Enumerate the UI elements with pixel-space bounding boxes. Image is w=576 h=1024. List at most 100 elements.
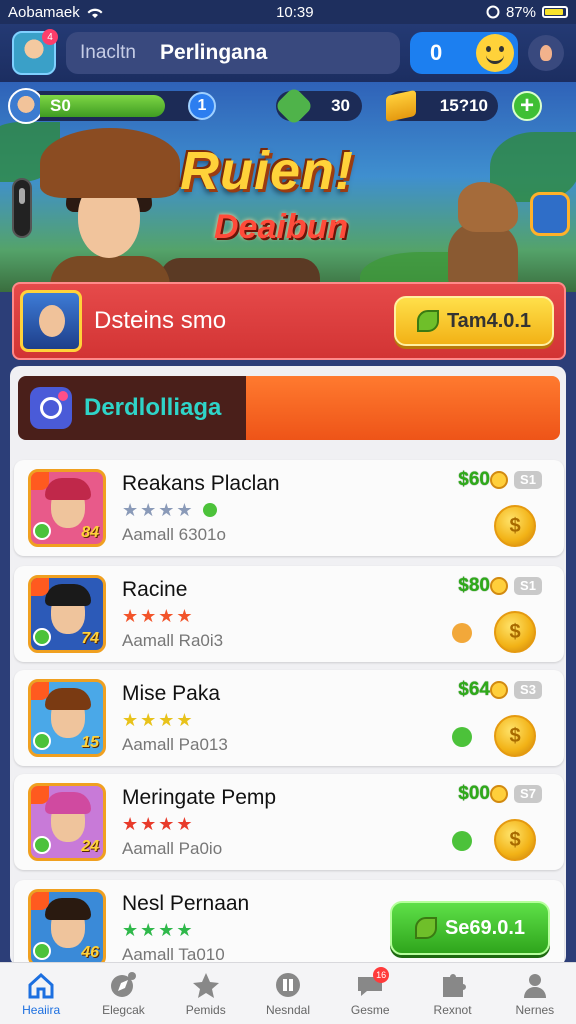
- add-currency-button[interactable]: +: [512, 91, 542, 121]
- rating-stars: ★★★★: [122, 500, 430, 521]
- carrier-label: Aobamaek: [8, 3, 80, 21]
- item-name: Reakans Placlan: [122, 471, 280, 495]
- section-header: Derdlolliaga: [18, 376, 560, 440]
- alarm-icon: [486, 5, 500, 19]
- leaf-icon: [414, 917, 437, 939]
- hero-banner[interactable]: S0 1 30 15?10 + Ruien! Deaibun: [0, 82, 576, 292]
- xp-bar[interactable]: S0 1: [8, 88, 216, 124]
- tab-home[interactable]: Heaiira: [0, 963, 82, 1024]
- battery-percent: 87%: [505, 3, 536, 21]
- item-name: Meringate Pemp: [122, 785, 277, 809]
- tab-person[interactable]: Nernes: [494, 963, 576, 1024]
- smiley-icon: [476, 34, 514, 72]
- tab-chat[interactable]: Gesme 16: [329, 963, 411, 1024]
- tab-star[interactable]: Pemids: [165, 963, 247, 1024]
- xp-label: S0: [50, 96, 71, 115]
- coin-icon: [490, 471, 508, 489]
- level-tag: S3: [514, 681, 542, 699]
- price-label: $00: [458, 783, 490, 804]
- character-thumbnail: 15: [28, 679, 106, 757]
- gold-bar-icon: [386, 89, 416, 123]
- gold-counter[interactable]: 15?10: [386, 89, 498, 123]
- rating-stars: ★★★★: [122, 919, 195, 940]
- top-header: 4 Inacltn Perlingana 0: [0, 24, 576, 82]
- calendar-icon: [273, 971, 303, 999]
- rating-stars: ★★★★: [122, 605, 195, 626]
- coin-counter[interactable]: 0: [410, 32, 518, 74]
- compass-icon: [108, 971, 138, 999]
- price-label: $60: [458, 469, 490, 490]
- avatar-badge: 4: [42, 29, 58, 45]
- check-icon: [33, 522, 51, 540]
- online-dot-icon: [202, 503, 217, 517]
- item-subtitle: Aamall Ra0i3: [122, 630, 224, 650]
- coin-count: 0: [430, 40, 443, 65]
- profile-button[interactable]: [528, 35, 564, 71]
- buy-button-label: Se69.0.1: [444, 916, 526, 939]
- featured-button-label: Tam4.0.1: [446, 309, 532, 332]
- corner-ribbon-icon: [31, 472, 49, 490]
- collect-coin-button[interactable]: $: [494, 505, 536, 547]
- star-icon: [191, 971, 221, 999]
- search-bar[interactable]: Inacltn Perlingana: [66, 32, 400, 74]
- profile-icon: [540, 45, 552, 61]
- price-block: $64 S3 $: [430, 675, 550, 761]
- coin-icon: [490, 785, 508, 803]
- coin-icon: [490, 681, 508, 699]
- level-badge: 1: [188, 92, 216, 120]
- featured-claim-button[interactable]: Tam4.0.1: [394, 296, 554, 346]
- list-item[interactable]: 24 Meringate Pemp ★★★★ Aamall Pa0io $00 …: [14, 774, 564, 870]
- level-tag: S1: [514, 577, 542, 595]
- resource-hud: S0 1 30 15?10 +: [0, 86, 576, 126]
- tab-puzzle[interactable]: Rexnot: [411, 963, 493, 1024]
- section-banner: [246, 376, 560, 440]
- corner-ribbon-icon: [31, 892, 49, 910]
- search-icon[interactable]: [30, 387, 72, 429]
- item-name: Mise Paka: [122, 681, 221, 705]
- price-block: $00 S7 $: [430, 779, 550, 865]
- character-thumbnail: 74: [28, 575, 106, 653]
- check-icon: [33, 732, 51, 750]
- collect-coin-button[interactable]: $: [494, 819, 536, 861]
- thumbnail-number: 74: [81, 630, 99, 647]
- player-avatar[interactable]: 4: [12, 29, 58, 75]
- character-thumbnail: 84: [28, 469, 106, 547]
- corner-ribbon-icon: [31, 578, 49, 596]
- clock: 10:39: [276, 3, 314, 21]
- list-item[interactable]: 74 Racine ★★★★ Aamall Ra0i3 $80 S1 $: [14, 566, 564, 662]
- item-subtitle: Aamall 6301o: [122, 524, 226, 544]
- collect-coin-button[interactable]: $: [494, 611, 536, 653]
- tab-calendar[interactable]: Nesndal: [247, 963, 329, 1024]
- list-panel: [10, 366, 566, 966]
- item-subtitle: Aamall Pa013: [122, 734, 228, 754]
- check-icon: [33, 942, 51, 960]
- wolf-character: [428, 182, 528, 288]
- price-block: $80 S1 $: [430, 571, 550, 657]
- featured-offer: Dsteins smo Tam4.0.1: [12, 282, 566, 360]
- item-name: Racine: [122, 577, 188, 601]
- coin-icon: [490, 577, 508, 595]
- shield-icon[interactable]: [530, 192, 570, 236]
- tab-label: Rexnot: [433, 1002, 472, 1017]
- tab-compass[interactable]: Elegcak: [82, 963, 164, 1024]
- featured-text: Dsteins smo: [94, 307, 227, 334]
- status-dot-icon: [452, 831, 472, 851]
- home-icon: [26, 971, 56, 999]
- leaf-icon: [416, 310, 439, 332]
- puzzle-icon: [438, 971, 468, 999]
- list-item[interactable]: 84 Reakans Placlan ★★★★ Aamall 6301o $60…: [14, 460, 564, 556]
- price-block: $60 S1 $: [430, 465, 550, 551]
- hero-subtitle: Deaibun: [214, 208, 349, 246]
- list-item[interactable]: 15 Mise Paka ★★★★ Aamall Pa013 $64 S3 $: [14, 670, 564, 766]
- side-toggle[interactable]: [12, 178, 32, 238]
- buy-button[interactable]: Se69.0.1: [390, 901, 550, 955]
- gem-count: 30: [331, 96, 350, 115]
- gem-counter[interactable]: 30: [274, 86, 362, 126]
- collect-coin-button[interactable]: $: [494, 715, 536, 757]
- character-thumbnail: 24: [28, 783, 106, 861]
- corner-ribbon-icon: [31, 682, 49, 700]
- wifi-icon: [87, 8, 103, 18]
- notification-badge: 16: [373, 967, 390, 983]
- xp-avatar: [8, 88, 44, 124]
- check-icon: [33, 628, 51, 646]
